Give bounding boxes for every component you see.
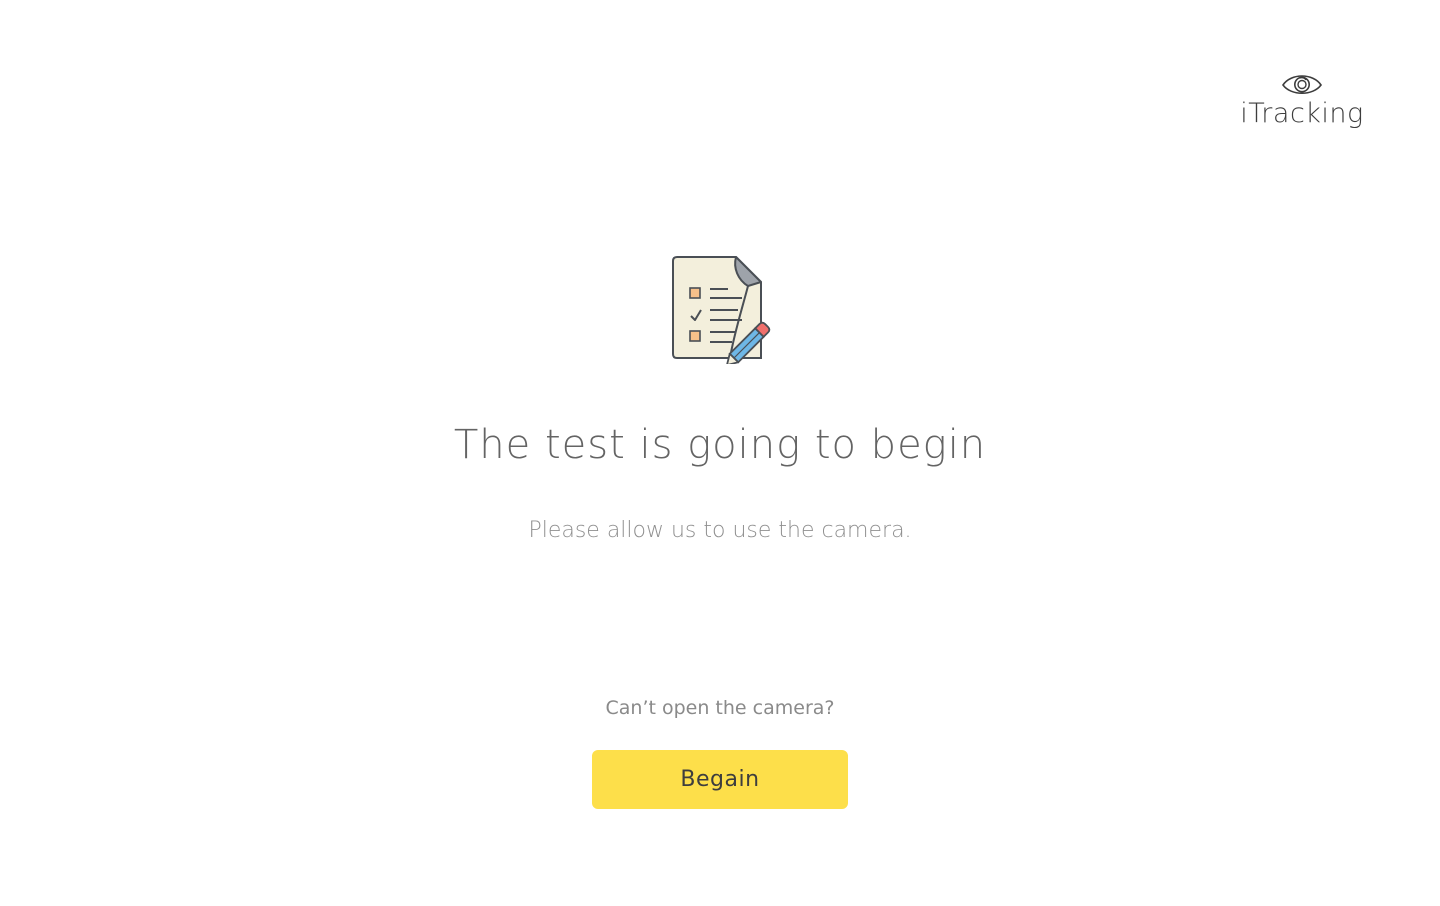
brand-logo: iTracking xyxy=(1240,68,1364,130)
eye-icon xyxy=(1282,75,1322,95)
welcome-page: iTracking The test is going to begin Ple… xyxy=(0,0,1440,906)
begin-button[interactable]: Begain xyxy=(592,750,848,809)
cant-open-camera-link[interactable]: Can’t open the camera? xyxy=(606,697,835,719)
checklist-document-icon xyxy=(672,256,771,364)
page-title: The test is going to begin xyxy=(453,422,987,468)
brand-name: iTracking xyxy=(1240,98,1364,129)
camera-help-row: Can’t open the camera? xyxy=(0,694,1440,722)
camera-permission-message: Please allow us to use the camera. xyxy=(528,518,912,543)
